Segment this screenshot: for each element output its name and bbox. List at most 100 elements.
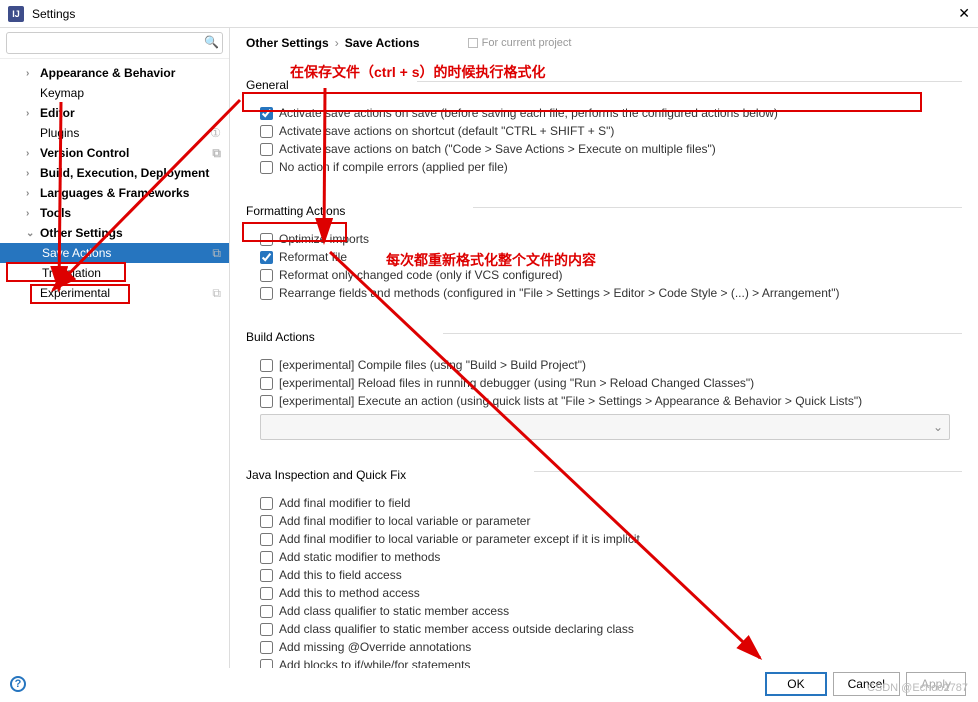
chevron-right-icon: › xyxy=(335,36,339,50)
formatting-label-0: Optimize imports xyxy=(279,232,369,246)
sidebar-item-keymap[interactable]: Keymap xyxy=(0,83,229,103)
chevron-right-icon: › xyxy=(26,208,40,219)
formatting-row-2: Reformat only changed code (only if VCS … xyxy=(246,266,962,284)
formatting-checkbox-1[interactable] xyxy=(260,251,273,264)
sidebar-item-languages-frameworks[interactable]: ›Languages & Frameworks xyxy=(0,183,229,203)
breadcrumb-parent[interactable]: Other Settings xyxy=(246,36,329,50)
chevron-down-icon: ⌄ xyxy=(933,420,943,434)
app-icon: IJ xyxy=(8,6,24,22)
general-checkbox-1[interactable] xyxy=(260,125,273,138)
formatting-label-3: Rearrange fields and methods (configured… xyxy=(279,286,839,300)
sidebar-item-label: Translation xyxy=(42,266,101,280)
sidebar-item-appearance-behavior[interactable]: ›Appearance & Behavior xyxy=(0,63,229,83)
java-checkbox-0[interactable] xyxy=(260,497,273,510)
chevron-right-icon: › xyxy=(26,168,40,179)
titlebar: IJ Settings ✕ xyxy=(0,0,978,28)
chevron-right-icon: › xyxy=(26,108,40,119)
sidebar-item-label: Keymap xyxy=(40,86,84,100)
close-icon[interactable]: ✕ xyxy=(958,5,970,22)
general-row-2: Activate save actions on batch ("Code > … xyxy=(246,140,962,158)
sidebar-item-other-settings[interactable]: ⌄Other Settings xyxy=(0,223,229,243)
java-checkbox-6[interactable] xyxy=(260,605,273,618)
sidebar-item-label: Other Settings xyxy=(40,226,123,240)
chevron-right-icon: › xyxy=(26,148,40,159)
java-row-7: Add class qualifier to static member acc… xyxy=(246,620,962,638)
java-checkbox-2[interactable] xyxy=(260,533,273,546)
sidebar-item-save-actions[interactable]: Save Actions ⧉ xyxy=(0,243,229,263)
annotation-2: 每次都重新格式化整个文件的内容 xyxy=(386,250,596,270)
java-checkbox-3[interactable] xyxy=(260,551,273,564)
java-label-5: Add this to method access xyxy=(279,586,420,600)
sidebar-item-label: Editor xyxy=(40,106,75,120)
java-row-2: Add final modifier to local variable or … xyxy=(246,530,962,548)
chevron-right-icon: › xyxy=(26,188,40,199)
java-checkbox-7[interactable] xyxy=(260,623,273,636)
sidebar-item-plugins[interactable]: Plugins ① xyxy=(0,123,229,143)
java-row-9: Add blocks to if/while/for statements xyxy=(246,656,962,668)
java-checkbox-9[interactable] xyxy=(260,659,273,669)
section-general-title: General xyxy=(246,78,289,92)
general-label-1: Activate save actions on shortcut (defau… xyxy=(279,124,614,138)
section-java-title: Java Inspection and Quick Fix xyxy=(246,468,406,482)
ok-button[interactable]: OK xyxy=(765,672,826,696)
formatting-checkbox-2[interactable] xyxy=(260,269,273,282)
window-title: Settings xyxy=(32,7,75,21)
java-row-5: Add this to method access xyxy=(246,584,962,602)
sidebar-item-version-control[interactable]: ›Version Control⧉ xyxy=(0,143,229,163)
cube-icon xyxy=(468,38,478,48)
sidebar-item-build-execution-deployment[interactable]: ›Build, Execution, Deployment xyxy=(0,163,229,183)
java-row-0: Add final modifier to field xyxy=(246,494,962,512)
sidebar-item-label: Plugins xyxy=(40,126,79,140)
badge-icon: ⧉ xyxy=(212,146,221,161)
java-label-3: Add static modifier to methods xyxy=(279,550,440,564)
build-label-0: [experimental] Compile files (using "Bui… xyxy=(279,358,586,372)
java-row-3: Add static modifier to methods xyxy=(246,548,962,566)
build-checkbox-0[interactable] xyxy=(260,359,273,372)
sidebar-item-editor[interactable]: ›Editor xyxy=(0,103,229,123)
search-icon: 🔍 xyxy=(204,35,219,49)
build-row-0: [experimental] Compile files (using "Bui… xyxy=(246,356,962,374)
general-label-0: Activate save actions on save (before sa… xyxy=(279,106,778,120)
footer: ? OK Cancel Apply xyxy=(0,672,978,696)
java-checkbox-4[interactable] xyxy=(260,569,273,582)
build-checkbox-1[interactable] xyxy=(260,377,273,390)
project-scope-note: For current project xyxy=(468,37,572,49)
formatting-row-1: Reformat file xyxy=(246,248,962,266)
formatting-checkbox-0[interactable] xyxy=(260,233,273,246)
java-row-4: Add this to field access xyxy=(246,566,962,584)
formatting-row-0: Optimize imports xyxy=(246,230,962,248)
formatting-checkbox-3[interactable] xyxy=(260,287,273,300)
java-label-6: Add class qualifier to static member acc… xyxy=(279,604,509,618)
sidebar-item-experimental[interactable]: Experimental⧉ xyxy=(0,283,229,303)
java-checkbox-5[interactable] xyxy=(260,587,273,600)
general-row-1: Activate save actions on shortcut (defau… xyxy=(246,122,962,140)
badge-icon: ⧉ xyxy=(212,246,221,261)
general-checkbox-2[interactable] xyxy=(260,143,273,156)
quicklist-dropdown[interactable]: ⌄ xyxy=(260,414,950,440)
formatting-label-2: Reformat only changed code (only if VCS … xyxy=(279,268,562,282)
badge-icon: ① xyxy=(210,126,221,140)
sidebar: 🔍 ›Appearance & BehaviorKeymap›EditorPlu… xyxy=(0,28,230,668)
build-checkbox-2[interactable] xyxy=(260,395,273,408)
sidebar-item-label: Languages & Frameworks xyxy=(40,186,189,200)
build-label-2: [experimental] Execute an action (using … xyxy=(279,394,862,408)
annotation-1: 在保存文件（ctrl + s）的时候执行格式化 xyxy=(290,62,546,82)
sidebar-item-tools[interactable]: ›Tools xyxy=(0,203,229,223)
java-checkbox-1[interactable] xyxy=(260,515,273,528)
java-label-7: Add class qualifier to static member acc… xyxy=(279,622,634,636)
java-label-4: Add this to field access xyxy=(279,568,402,582)
general-checkbox-3[interactable] xyxy=(260,161,273,174)
breadcrumb: Other Settings › Save Actions For curren… xyxy=(246,36,962,50)
search-input[interactable] xyxy=(6,32,223,54)
general-row-3: No action if compile errors (applied per… xyxy=(246,158,962,176)
sidebar-item-translation[interactable]: Translation xyxy=(0,263,229,283)
java-label-9: Add blocks to if/while/for statements xyxy=(279,658,470,668)
chevron-down-icon: ⌄ xyxy=(26,228,40,239)
java-checkbox-8[interactable] xyxy=(260,641,273,654)
sidebar-item-label: Save Actions xyxy=(42,246,111,260)
java-row-1: Add final modifier to local variable or … xyxy=(246,512,962,530)
chevron-right-icon: › xyxy=(26,68,40,79)
java-label-0: Add final modifier to field xyxy=(279,496,410,510)
general-checkbox-0[interactable] xyxy=(260,107,273,120)
help-icon[interactable]: ? xyxy=(10,676,26,692)
